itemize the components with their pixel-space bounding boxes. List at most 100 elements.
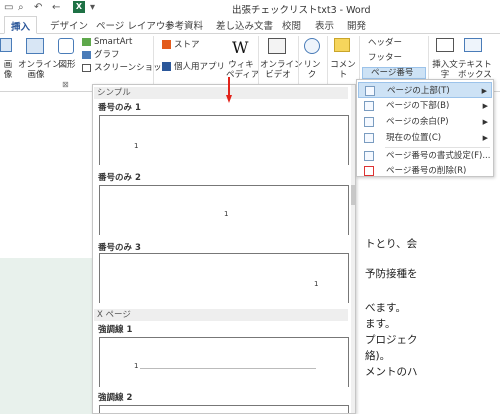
save-icon[interactable]: ▭: [4, 2, 13, 13]
search-icon[interactable]: ⌕: [18, 2, 24, 13]
footer-button[interactable]: フッター: [368, 53, 402, 63]
gallery-item-label: 強調線 2: [98, 393, 133, 403]
shapes-icon[interactable]: [58, 38, 74, 54]
doc-line: 予防接種を: [365, 268, 418, 280]
red-arrow-annotation: [226, 77, 232, 103]
screenshot-button[interactable]: スクリーンショット: [94, 63, 170, 73]
gallery-item-number-only-2[interactable]: 1: [99, 185, 349, 235]
doc-line: プロジェク: [365, 334, 418, 346]
image-button[interactable]: 画像: [0, 60, 16, 80]
personal-apps-button[interactable]: 個人用アプリ: [174, 62, 225, 72]
page-number-gallery: シンプル 番号のみ 1 1 番号のみ 2 1 番号のみ 3 1 X ページ 強調…: [92, 84, 356, 414]
window-title: 出張チェックリストtxt3 - Word: [232, 5, 371, 16]
doc-line: ます。: [365, 318, 396, 330]
group-expand-icon[interactable]: ⊠: [62, 80, 69, 89]
undo-icon[interactable]: ↶: [34, 2, 42, 13]
gallery-item-accent-line-1[interactable]: 1: [99, 337, 349, 387]
gallery-item-number-only-3[interactable]: 1: [99, 253, 349, 303]
gallery-item-label: 番号のみ 2: [98, 173, 141, 183]
ribbon-tabs: 挿入 デザイン ページ レイアウト 参考資料 差し込み文書 校閲 表示 開発: [0, 16, 500, 34]
menu-item-label: ページの下部(B): [386, 101, 450, 111]
gallery-item-label: 番号のみ 1: [98, 103, 141, 113]
submenu-arrow-icon: ▶: [482, 118, 488, 126]
page-number-menu: ページの上部(T) ▶ ページの下部(B) ▶ ページの余白(P) ▶ 現在の位…: [356, 79, 494, 177]
tab-references[interactable]: 参考資料: [163, 18, 205, 32]
menu-item-remove-page-numbers[interactable]: ページ番号の削除(R): [358, 163, 492, 179]
store-icon[interactable]: [162, 40, 171, 49]
page-number-button[interactable]: ページ番号: [362, 67, 426, 79]
page-number-preview: 1: [134, 362, 139, 370]
link-button[interactable]: リンク: [300, 60, 324, 80]
menu-item-top-of-page[interactable]: ページの上部(T) ▶: [358, 82, 492, 98]
online-image-icon[interactable]: [26, 38, 44, 54]
smartart-button[interactable]: SmartArt: [94, 37, 132, 47]
online-image-button[interactable]: オンライン 画像: [18, 60, 61, 80]
video-icon[interactable]: [268, 38, 286, 54]
tab-mailings[interactable]: 差し込み文書: [214, 18, 275, 32]
quickparts-icon[interactable]: [436, 38, 454, 52]
link-icon[interactable]: [304, 38, 320, 54]
gallery-section-header: シンプル: [94, 87, 348, 99]
apps-icon[interactable]: [162, 62, 171, 71]
textbox-button[interactable]: テキスト ボックス: [458, 60, 492, 80]
image-icon[interactable]: [0, 38, 12, 52]
graph-button[interactable]: グラフ: [94, 50, 120, 60]
menu-item-label: ページ番号の書式設定(F)...: [386, 151, 491, 161]
ribbon-separator: [298, 36, 299, 90]
gallery-section-header: X ページ: [94, 309, 348, 321]
gallery-item-label: 強調線 1: [98, 325, 133, 335]
tab-view[interactable]: 表示: [313, 18, 336, 32]
screenshot-icon[interactable]: [82, 64, 91, 72]
ribbon-separator: [327, 36, 328, 90]
qa-dropdown-icon[interactable]: ▾: [90, 2, 95, 13]
page-top-icon: [365, 86, 375, 96]
quickparts-button[interactable]: 挿入文 字: [432, 60, 458, 80]
tab-insert[interactable]: 挿入: [4, 16, 38, 34]
submenu-arrow-icon: ▶: [482, 102, 488, 110]
menu-item-page-margins[interactable]: ページの余白(P) ▶: [358, 114, 492, 130]
accent-line: [140, 368, 316, 369]
textbox-icon[interactable]: [464, 38, 482, 52]
menu-item-label: ページの余白(P): [386, 117, 449, 127]
excel-icon[interactable]: X: [73, 1, 85, 13]
doc-line: べます。: [365, 302, 406, 314]
header-button[interactable]: ヘッダー: [368, 38, 402, 48]
back-icon[interactable]: ←: [52, 2, 60, 13]
menu-item-format-page-numbers[interactable]: ページ番号の書式設定(F)...: [358, 148, 492, 164]
doc-line: メントのハ: [365, 366, 418, 378]
menu-item-label: 現在の位置(C): [386, 133, 442, 143]
online-video-button[interactable]: オンライン ビデオ: [260, 60, 303, 80]
comment-icon[interactable]: [334, 38, 350, 52]
title-bar: ▭ ⌕ ↶ ← X ▾ 出張チェックリストtxt3 - Word: [0, 0, 500, 16]
submenu-arrow-icon: ▶: [481, 87, 487, 95]
gallery-item-number-only-1[interactable]: 1: [99, 115, 349, 165]
menu-item-bottom-of-page[interactable]: ページの下部(B) ▶: [358, 98, 492, 114]
page-number-preview: 1: [314, 280, 319, 288]
store-button[interactable]: ストア: [174, 40, 200, 50]
page-number-preview: 1: [224, 210, 229, 218]
menu-item-label: ページ番号の削除(R): [386, 166, 467, 176]
tab-design[interactable]: デザイン: [48, 18, 90, 32]
graph-icon[interactable]: [82, 51, 91, 59]
gallery-item-label: 番号のみ 3: [98, 243, 141, 253]
current-position-icon: [364, 133, 374, 143]
scrollbar-thumb[interactable]: [351, 185, 355, 205]
page-margin-icon: [364, 117, 374, 127]
comment-button[interactable]: コメント: [330, 60, 356, 80]
menu-item-current-position[interactable]: 現在の位置(C) ▶: [358, 130, 492, 146]
menu-item-label: ページの上部(T): [387, 86, 450, 96]
shapes-button[interactable]: 図形: [56, 60, 78, 70]
wikipedia-icon[interactable]: W: [232, 38, 248, 57]
submenu-arrow-icon: ▶: [482, 134, 488, 142]
tab-review[interactable]: 校閲: [280, 18, 303, 32]
page-number-preview: 1: [134, 142, 139, 150]
smartart-icon[interactable]: [82, 38, 91, 46]
gallery-item-accent-line-2[interactable]: [99, 405, 349, 413]
format-icon: [364, 151, 374, 161]
doc-line: トとり、会: [365, 238, 418, 250]
remove-icon: [364, 166, 374, 176]
ribbon-separator: [153, 36, 154, 90]
tab-developer[interactable]: 開発: [345, 18, 368, 32]
page-bottom-icon: [364, 101, 374, 111]
doc-line: 絡)。: [365, 350, 391, 362]
